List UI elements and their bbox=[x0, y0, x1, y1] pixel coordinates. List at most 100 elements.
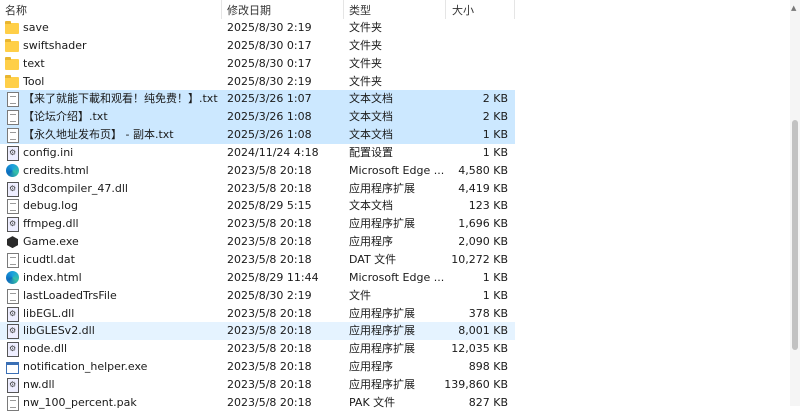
file-row[interactable]: node.dll 2023/5/8 20:18 应用程序扩展 12,035 KB bbox=[0, 340, 790, 358]
file-type: 文本文档 bbox=[349, 128, 393, 142]
file-icon bbox=[7, 252, 19, 268]
file-row[interactable]: nw_100_percent.pak 2023/5/8 20:18 PAK 文件 82… bbox=[0, 394, 790, 412]
file-name: 【永久地址发布页】 - 副本.txt bbox=[23, 128, 174, 142]
file-type: 应用程序扩展 bbox=[349, 306, 415, 320]
column-divider[interactable] bbox=[514, 0, 515, 19]
file-size: 4,580 KB bbox=[458, 163, 508, 177]
column-header-bar: ⌃ 名称 修改日期 类型 大小 bbox=[0, 0, 800, 19]
file-date: 2025/8/30 2:19 bbox=[227, 288, 312, 302]
file-date: 2023/5/8 20:18 bbox=[227, 252, 312, 266]
file-type: 文本文档 bbox=[349, 92, 393, 106]
column-header-name[interactable]: 名称 bbox=[5, 2, 27, 18]
file-date: 2023/5/8 20:18 bbox=[227, 163, 312, 177]
folder-icon bbox=[5, 21, 19, 34]
scroll-up-arrow-icon[interactable]: ▲ bbox=[791, 4, 796, 12]
file-size: 2,090 KB bbox=[458, 235, 508, 249]
file-size: 1 KB bbox=[482, 128, 508, 142]
file-list: save 2025/8/30 2:19 文件夹 swiftshader 2025/8/3… bbox=[0, 19, 790, 412]
file-date: 2025/3/26 1:08 bbox=[227, 110, 312, 124]
file-type: 应用程序扩展 bbox=[349, 181, 415, 195]
file-row[interactable]: libGLESv2.dll 2023/5/8 20:18 应用程序扩展 8,001 K… bbox=[0, 322, 790, 341]
sort-chevron-icon[interactable]: ⌃ bbox=[104, 0, 112, 4]
file-row[interactable]: ffmpeg.dll 2023/5/8 20:18 应用程序扩展 1,696 KB bbox=[0, 215, 790, 233]
file-size: 2 KB bbox=[482, 92, 508, 106]
file-type: 文本文档 bbox=[349, 199, 393, 213]
file-row[interactable]: text 2025/8/30 0:17 文件夹 bbox=[0, 55, 790, 73]
file-date: 2023/5/8 20:18 bbox=[227, 217, 312, 231]
file-row[interactable]: 【永久地址发布页】 - 副本.txt 2025/3/26 1:08 文本文档 1 KB bbox=[0, 126, 790, 144]
file-size: 8,001 KB bbox=[458, 324, 508, 338]
file-row[interactable]: 【来了就能下載和观看！纯免费！】.txt 2025/3/26 1:07 文本文档 2 … bbox=[0, 90, 790, 109]
file-name: libGLESv2.dll bbox=[23, 324, 95, 338]
column-header-date[interactable]: 修改日期 bbox=[227, 2, 271, 18]
column-divider[interactable] bbox=[445, 0, 446, 19]
file-date: 2023/5/8 20:18 bbox=[227, 377, 312, 391]
file-icon bbox=[7, 288, 19, 304]
file-date: 2025/8/30 2:19 bbox=[227, 74, 312, 88]
file-size: 139,860 KB bbox=[444, 377, 508, 391]
file-size: 123 KB bbox=[468, 199, 508, 213]
file-type: Microsoft Edge ... bbox=[349, 163, 444, 177]
file-size: 12,035 KB bbox=[451, 342, 508, 356]
file-type: 应用程序 bbox=[349, 235, 393, 249]
text-file-icon bbox=[7, 110, 19, 126]
file-row[interactable]: swiftshader 2025/8/30 0:17 文件夹 bbox=[0, 37, 790, 55]
column-header-size[interactable]: 大小 bbox=[452, 2, 474, 18]
file-name: credits.html bbox=[23, 163, 89, 177]
file-size: 1 KB bbox=[482, 270, 508, 284]
column-divider[interactable] bbox=[221, 0, 222, 19]
file-size: 10,272 KB bbox=[451, 252, 508, 266]
file-row[interactable]: save 2025/8/30 2:19 文件夹 bbox=[0, 19, 790, 37]
file-row[interactable]: 【论坛介绍】.txt 2025/3/26 1:08 文本文档 2 KB bbox=[0, 108, 790, 127]
file-name: lastLoadedTrsFile bbox=[23, 288, 117, 302]
file-name: text bbox=[23, 56, 45, 70]
file-date: 2023/5/8 20:18 bbox=[227, 324, 312, 338]
file-name: index.html bbox=[23, 270, 82, 284]
file-date: 2023/5/8 20:18 bbox=[227, 342, 312, 356]
file-size: 1 KB bbox=[482, 288, 508, 302]
file-type: DAT 文件 bbox=[349, 252, 397, 266]
file-row[interactable]: config.ini 2024/11/24 4:18 配置设置 1 KB bbox=[0, 144, 790, 162]
text-file-icon bbox=[7, 92, 19, 108]
file-name: Tool bbox=[23, 74, 45, 88]
file-name: Game.exe bbox=[23, 235, 79, 249]
file-type: 应用程序扩展 bbox=[349, 377, 415, 391]
file-row[interactable]: libEGL.dll 2023/5/8 20:18 应用程序扩展 378 KB bbox=[0, 305, 790, 323]
text-file-icon bbox=[7, 128, 19, 144]
file-type: 文件夹 bbox=[349, 21, 382, 34]
file-row[interactable]: icudtl.dat 2023/5/8 20:18 DAT 文件 10,272 KB bbox=[0, 251, 790, 269]
file-row[interactable]: d3dcompiler_47.dll 2023/5/8 20:18 应用程序扩展 4,… bbox=[0, 180, 790, 198]
file-date: 2024/11/24 4:18 bbox=[227, 145, 319, 159]
file-row[interactable]: Tool 2025/8/30 2:19 文件夹 bbox=[0, 73, 790, 91]
file-row[interactable]: credits.html 2023/5/8 20:18 Microsoft Edge… bbox=[0, 162, 790, 180]
folder-icon bbox=[5, 38, 19, 52]
file-name: nw.dll bbox=[23, 377, 55, 391]
file-icon bbox=[7, 395, 19, 411]
dll-file-icon bbox=[7, 217, 19, 233]
edge-icon bbox=[6, 163, 19, 177]
file-size: 1 KB bbox=[482, 145, 508, 159]
file-type: 应用程序扩展 bbox=[349, 324, 415, 338]
file-name: 【来了就能下載和观看！纯免费！】.txt bbox=[23, 92, 218, 106]
file-size: 2 KB bbox=[482, 110, 508, 124]
file-row[interactable]: Game.exe 2023/5/8 20:18 应用程序 2,090 KB bbox=[0, 233, 790, 251]
scrollbar-thumb[interactable] bbox=[792, 120, 798, 350]
text-file-icon bbox=[7, 199, 19, 215]
file-type: 文件夹 bbox=[349, 56, 382, 70]
file-date: 2023/5/8 20:18 bbox=[227, 360, 312, 374]
file-row[interactable]: debug.log 2025/8/29 5:15 文本文档 123 KB bbox=[0, 197, 790, 215]
file-type: Microsoft Edge ... bbox=[349, 270, 444, 284]
settings-file-icon bbox=[7, 145, 19, 161]
file-row[interactable]: nw.dll 2023/5/8 20:18 应用程序扩展 139,860 KB bbox=[0, 376, 790, 394]
edge-icon bbox=[6, 270, 19, 284]
file-row[interactable]: lastLoadedTrsFile 2025/8/30 2:19 文件 1 KB bbox=[0, 287, 790, 305]
column-divider[interactable] bbox=[343, 0, 344, 19]
file-type: 配置设置 bbox=[349, 145, 393, 159]
file-name: notification_helper.exe bbox=[23, 360, 148, 374]
file-size: 827 KB bbox=[468, 395, 508, 409]
file-name: ffmpeg.dll bbox=[23, 217, 79, 231]
file-row[interactable]: notification_helper.exe 2023/5/8 20:18 应用程… bbox=[0, 358, 790, 376]
file-row[interactable]: index.html 2025/8/29 11:44 Microsoft Edge … bbox=[0, 269, 790, 287]
column-header-type[interactable]: 类型 bbox=[349, 2, 371, 18]
file-name: config.ini bbox=[23, 145, 74, 159]
